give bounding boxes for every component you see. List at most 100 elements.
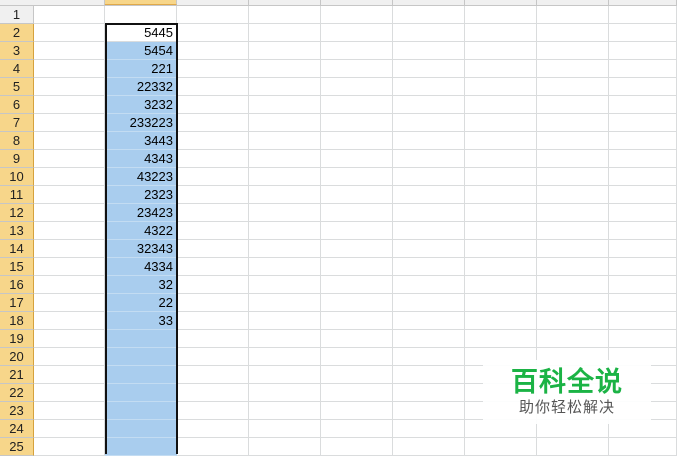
cell-column-b[interactable]: 22332 bbox=[105, 78, 177, 96]
cell[interactable] bbox=[249, 114, 321, 132]
cell[interactable] bbox=[393, 222, 465, 240]
cell[interactable] bbox=[249, 168, 321, 186]
cell[interactable] bbox=[321, 420, 393, 438]
cell[interactable] bbox=[34, 312, 105, 330]
cell[interactable] bbox=[177, 348, 249, 366]
cell[interactable] bbox=[321, 276, 393, 294]
cell[interactable] bbox=[34, 60, 105, 78]
cell[interactable] bbox=[321, 60, 393, 78]
cell[interactable] bbox=[465, 276, 537, 294]
cell[interactable] bbox=[321, 114, 393, 132]
cell[interactable] bbox=[393, 150, 465, 168]
cell[interactable] bbox=[393, 240, 465, 258]
cell[interactable] bbox=[465, 222, 537, 240]
cell[interactable] bbox=[321, 168, 393, 186]
cell[interactable] bbox=[609, 276, 677, 294]
row-header[interactable]: 21 bbox=[0, 366, 34, 384]
row-header[interactable]: 12 bbox=[0, 204, 34, 222]
cell[interactable] bbox=[177, 258, 249, 276]
cell[interactable] bbox=[393, 132, 465, 150]
row-header[interactable]: 6 bbox=[0, 96, 34, 114]
cell[interactable] bbox=[537, 114, 609, 132]
row-header[interactable]: 20 bbox=[0, 348, 34, 366]
row-header[interactable]: 3 bbox=[0, 42, 34, 60]
cell[interactable] bbox=[177, 186, 249, 204]
cell[interactable] bbox=[34, 420, 105, 438]
cell[interactable] bbox=[465, 168, 537, 186]
cell-column-b[interactable]: 4343 bbox=[105, 150, 177, 168]
cell[interactable] bbox=[465, 150, 537, 168]
cell[interactable] bbox=[34, 402, 105, 420]
cell-column-b[interactable]: 233223 bbox=[105, 114, 177, 132]
cell[interactable] bbox=[609, 186, 677, 204]
cell[interactable] bbox=[249, 384, 321, 402]
cell[interactable] bbox=[393, 438, 465, 456]
row-header[interactable]: 13 bbox=[0, 222, 34, 240]
cell[interactable] bbox=[609, 78, 677, 96]
cell[interactable] bbox=[393, 168, 465, 186]
cell[interactable] bbox=[177, 366, 249, 384]
cell[interactable] bbox=[249, 204, 321, 222]
cell[interactable] bbox=[609, 330, 677, 348]
column-header[interactable] bbox=[609, 0, 677, 5]
cell-column-b[interactable] bbox=[105, 384, 177, 402]
cell[interactable] bbox=[34, 222, 105, 240]
cell-column-b[interactable]: 2323 bbox=[105, 186, 177, 204]
cell[interactable] bbox=[537, 168, 609, 186]
cell[interactable] bbox=[177, 78, 249, 96]
cell[interactable] bbox=[537, 222, 609, 240]
cell[interactable] bbox=[249, 420, 321, 438]
cell[interactable] bbox=[177, 132, 249, 150]
row-header[interactable]: 10 bbox=[0, 168, 34, 186]
cell[interactable] bbox=[177, 420, 249, 438]
cell[interactable] bbox=[177, 276, 249, 294]
cell[interactable] bbox=[177, 330, 249, 348]
cell-column-b[interactable] bbox=[105, 6, 177, 24]
cell[interactable] bbox=[393, 78, 465, 96]
cell[interactable] bbox=[465, 438, 537, 456]
cell-column-b[interactable]: 4322 bbox=[105, 222, 177, 240]
row-header[interactable]: 17 bbox=[0, 294, 34, 312]
cell-column-b[interactable]: 33 bbox=[105, 312, 177, 330]
cell[interactable] bbox=[393, 204, 465, 222]
cell[interactable] bbox=[393, 276, 465, 294]
cell[interactable] bbox=[249, 60, 321, 78]
row-header[interactable]: 15 bbox=[0, 258, 34, 276]
cell[interactable] bbox=[465, 240, 537, 258]
cell[interactable] bbox=[34, 168, 105, 186]
cell[interactable] bbox=[609, 42, 677, 60]
cell[interactable] bbox=[393, 402, 465, 420]
cell[interactable] bbox=[537, 330, 609, 348]
row-header[interactable]: 16 bbox=[0, 276, 34, 294]
cell[interactable] bbox=[34, 438, 105, 456]
column-header[interactable] bbox=[177, 0, 249, 5]
row-header[interactable]: 2 bbox=[0, 24, 34, 42]
row-header[interactable]: 1 bbox=[0, 6, 34, 24]
cell[interactable] bbox=[177, 114, 249, 132]
cell[interactable] bbox=[393, 42, 465, 60]
cell[interactable] bbox=[34, 132, 105, 150]
cell[interactable] bbox=[321, 312, 393, 330]
cell[interactable] bbox=[465, 42, 537, 60]
cell[interactable] bbox=[34, 78, 105, 96]
cell[interactable] bbox=[34, 258, 105, 276]
row-header[interactable]: 5 bbox=[0, 78, 34, 96]
row-header[interactable]: 22 bbox=[0, 384, 34, 402]
cell[interactable] bbox=[34, 42, 105, 60]
cell[interactable] bbox=[393, 96, 465, 114]
cell[interactable] bbox=[537, 42, 609, 60]
cell[interactable] bbox=[537, 60, 609, 78]
cell[interactable] bbox=[537, 150, 609, 168]
cell[interactable] bbox=[177, 168, 249, 186]
cell[interactable] bbox=[465, 24, 537, 42]
row-header[interactable]: 9 bbox=[0, 150, 34, 168]
cell-column-b[interactable] bbox=[105, 438, 177, 456]
cell[interactable] bbox=[609, 150, 677, 168]
cell-column-b[interactable]: 43223 bbox=[105, 168, 177, 186]
cell[interactable] bbox=[34, 240, 105, 258]
row-header[interactable]: 23 bbox=[0, 402, 34, 420]
cell[interactable] bbox=[249, 132, 321, 150]
column-header[interactable] bbox=[465, 0, 537, 5]
cell[interactable] bbox=[34, 150, 105, 168]
cell[interactable] bbox=[321, 438, 393, 456]
